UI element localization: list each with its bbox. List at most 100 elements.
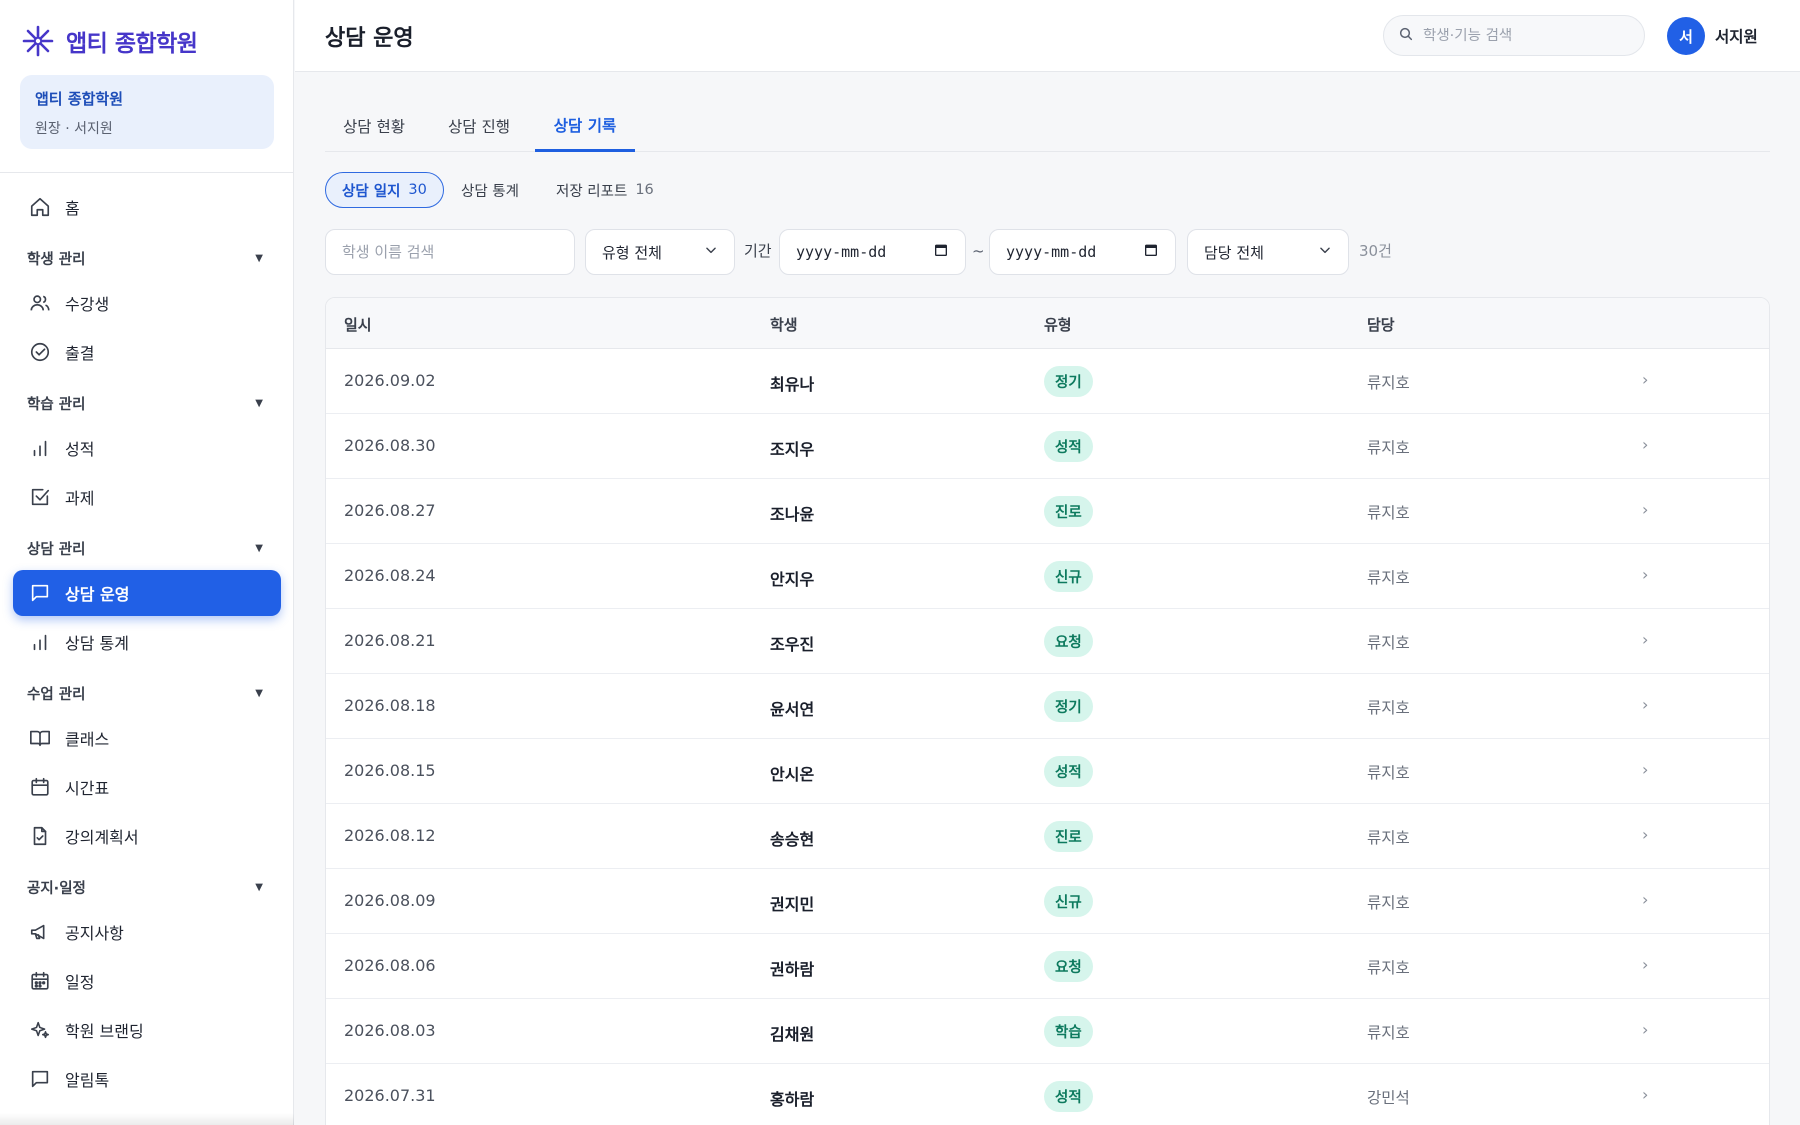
sidebar-item-label: 상담 통계: [65, 634, 129, 653]
row-type-badge: 진로: [1044, 496, 1093, 527]
row-student-name: 조우진: [770, 635, 815, 654]
row-student-name: 최유나: [770, 375, 815, 394]
row-owner: 류지호: [1367, 894, 1410, 912]
table-row[interactable]: 2026.08.30 조지우 성적 류지호 ›: [326, 414, 1769, 479]
row-date: 2026.08.15: [344, 761, 436, 780]
sidebar-item-counseling-stats[interactable]: 상담 통계: [13, 619, 281, 665]
student-name-input[interactable]: [342, 243, 558, 261]
chevron-right-icon[interactable]: ›: [1642, 435, 1648, 454]
sidebar-item-label: 클래스: [65, 730, 110, 749]
calendar-icon: [29, 776, 51, 798]
row-student-name: 윤서연: [770, 700, 815, 719]
sidebar-item-alimtalk[interactable]: 알림톡: [13, 1056, 281, 1102]
chevron-down-icon: [704, 243, 718, 261]
calendar-dots-icon: [29, 970, 51, 992]
sidebar-item-assignments[interactable]: 과제: [13, 474, 281, 520]
table-row[interactable]: 2026.08.15 안시온 성적 류지호 ›: [326, 739, 1769, 804]
row-student-name: 권하람: [770, 960, 815, 979]
sidebar-item-class[interactable]: 클래스: [13, 715, 281, 761]
sidebar-item-label: 강의계획서: [65, 828, 139, 847]
chevron-right-icon[interactable]: ›: [1642, 695, 1648, 714]
tab-counseling-status[interactable]: 상담 현황: [325, 100, 423, 152]
column-header-type[interactable]: 유형: [1044, 314, 1072, 335]
search-input[interactable]: [1423, 27, 1623, 44]
table-row[interactable]: 2026.07.31 홍하람 성적 강민석 ›: [326, 1064, 1769, 1125]
avatar[interactable]: 서: [1667, 17, 1705, 55]
checkbox-icon: [29, 486, 51, 508]
sidebar-section-learning[interactable]: 학습 관리 ▼: [27, 391, 263, 415]
table-row[interactable]: 2026.08.18 윤서연 정기 류지호 ›: [326, 674, 1769, 739]
row-owner: 류지호: [1367, 959, 1410, 977]
type-select[interactable]: 유형 전체: [585, 229, 735, 275]
chip-count: 30: [408, 182, 427, 198]
chevron-right-icon[interactable]: ›: [1642, 565, 1648, 584]
period-label: 기간: [744, 242, 772, 260]
sidebar-item-label: 홈: [65, 199, 80, 218]
brand[interactable]: 앱티 종합학원: [22, 22, 198, 60]
global-search[interactable]: [1383, 15, 1645, 56]
chevron-right-icon[interactable]: ›: [1642, 1085, 1648, 1104]
date-from-value: yyyy-mm-dd: [796, 243, 887, 261]
table-row[interactable]: 2026.08.24 안지우 신규 류지호 ›: [326, 544, 1769, 609]
sidebar-section-students[interactable]: 학생 관리 ▼: [27, 246, 263, 270]
tab-counseling-records[interactable]: 상담 기록: [535, 100, 635, 152]
sidebar-item-home[interactable]: 홈: [13, 184, 281, 230]
sidebar-scroll-shadow: [0, 1113, 294, 1125]
chevron-right-icon[interactable]: ›: [1642, 760, 1648, 779]
chip-saved-reports[interactable]: 저장 리포트 16: [540, 172, 670, 208]
sidebar-section-classes[interactable]: 수업 관리 ▼: [27, 681, 263, 705]
topbar: 상담 운영 서 서지원: [295, 0, 1800, 72]
table-row[interactable]: 2026.09.02 최유나 정기 류지호 ›: [326, 349, 1769, 414]
row-owner: 류지호: [1367, 569, 1410, 587]
sidebar-item-announcements[interactable]: 공지사항: [13, 909, 281, 955]
chevron-right-icon[interactable]: ›: [1642, 955, 1648, 974]
calendar-icon: [1143, 242, 1159, 262]
column-header-owner[interactable]: 담당: [1367, 314, 1395, 335]
table-row[interactable]: 2026.08.27 조나윤 진로 류지호 ›: [326, 479, 1769, 544]
row-owner: 류지호: [1367, 634, 1410, 652]
check-circle-icon: [29, 341, 51, 363]
sidebar-item-label: 과제: [65, 489, 95, 508]
date-to-picker[interactable]: yyyy-mm-dd: [989, 229, 1176, 275]
chevron-right-icon[interactable]: ›: [1642, 825, 1648, 844]
row-type-badge: 요청: [1044, 951, 1093, 982]
column-header-date[interactable]: 일시: [344, 314, 372, 335]
sidebar-item-schedule[interactable]: 일정: [13, 958, 281, 1004]
date-from-picker[interactable]: yyyy-mm-dd: [779, 229, 966, 275]
row-type-badge: 성적: [1044, 1081, 1093, 1112]
chevron-right-icon[interactable]: ›: [1642, 500, 1648, 519]
table-row[interactable]: 2026.08.12 송승현 진로 류지호 ›: [326, 804, 1769, 869]
sidebar-section-label: 수업 관리: [27, 686, 86, 703]
table-row[interactable]: 2026.08.09 권지민 신규 류지호 ›: [326, 869, 1769, 934]
org-card[interactable]: 앱티 종합학원 원장 · 서지원: [20, 75, 274, 149]
chevron-right-icon[interactable]: ›: [1642, 370, 1648, 389]
row-owner: 류지호: [1367, 1024, 1410, 1042]
sidebar-item-timetable[interactable]: 시간표: [13, 764, 281, 810]
table-row[interactable]: 2026.08.21 조우진 요청 류지호 ›: [326, 609, 1769, 674]
table-row[interactable]: 2026.08.06 권하람 요청 류지호 ›: [326, 934, 1769, 999]
sidebar-item-label: 학원 브랜딩: [65, 1022, 144, 1041]
table-row[interactable]: 2026.08.03 김채원 학습 류지호 ›: [326, 999, 1769, 1064]
tab-counseling-progress[interactable]: 상담 진행: [431, 100, 527, 152]
sidebar-section-label: 공지·일정: [27, 880, 86, 897]
student-name-search[interactable]: [325, 229, 575, 275]
sidebar-section-counseling[interactable]: 상담 관리 ▼: [27, 536, 263, 560]
chip-counseling-log[interactable]: 상담 일지 30: [325, 172, 444, 208]
chevron-right-icon[interactable]: ›: [1642, 890, 1648, 909]
sidebar-divider: [0, 172, 294, 173]
sidebar-item-counseling-ops[interactable]: 상담 운영: [13, 570, 281, 616]
sidebar-item-students[interactable]: 수강생: [13, 280, 281, 326]
sidebar-item-grades[interactable]: 성적: [13, 425, 281, 471]
column-header-student[interactable]: 학생: [770, 314, 798, 335]
row-owner: 류지호: [1367, 504, 1410, 522]
chip-counseling-stats[interactable]: 상담 통계: [445, 172, 535, 208]
sidebar-item-attendance[interactable]: 출결: [13, 329, 281, 375]
chevron-right-icon[interactable]: ›: [1642, 630, 1648, 649]
owner-select[interactable]: 담당 전체: [1187, 229, 1349, 275]
sidebar-item-syllabus[interactable]: 강의계획서: [13, 813, 281, 859]
sidebar-section-notices[interactable]: 공지·일정 ▼: [27, 875, 263, 899]
sidebar-item-branding[interactable]: 학원 브랜딩: [13, 1007, 281, 1053]
user-name[interactable]: 서지원: [1715, 25, 1758, 47]
chevron-right-icon[interactable]: ›: [1642, 1020, 1648, 1039]
row-owner: 류지호: [1367, 374, 1410, 392]
